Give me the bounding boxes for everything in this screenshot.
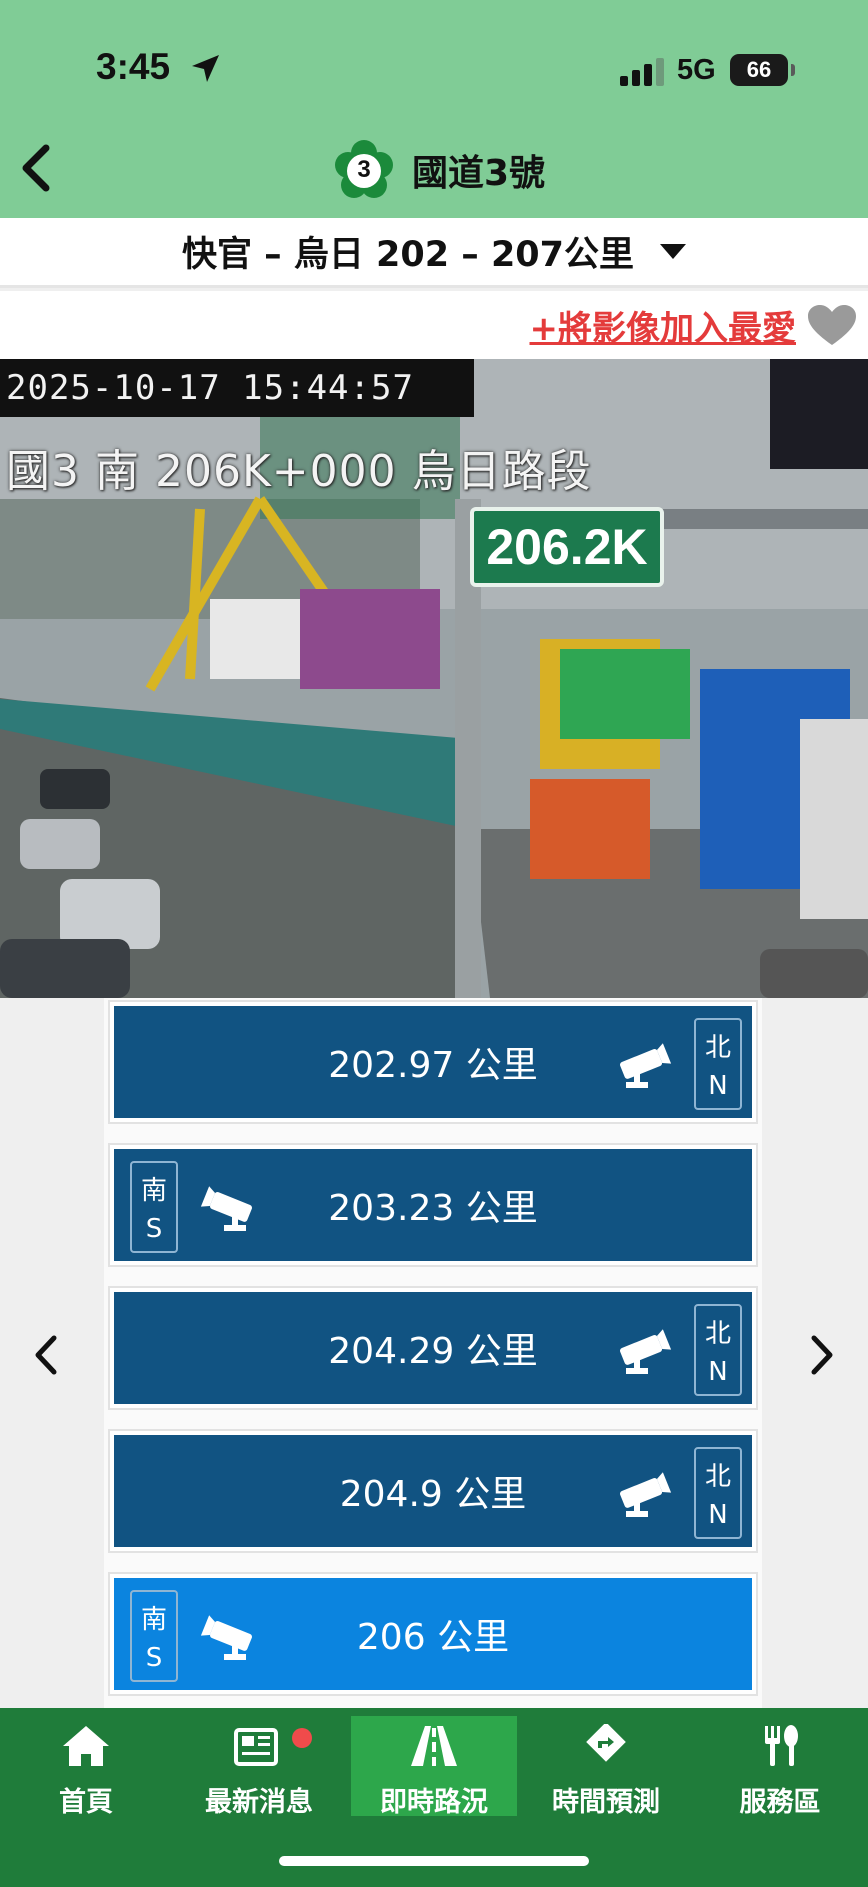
direction-zh: 北 — [704, 1319, 731, 1350]
page-title-group: 3 國道3號 — [334, 140, 545, 200]
direction-zh: 南 — [140, 1176, 167, 1207]
tab-service-area[interactable]: 服務區 — [697, 1716, 863, 1818]
tab-live-traffic[interactable]: 即時路況 — [351, 1716, 517, 1818]
camera-km-label: 206 公里 — [356, 1617, 510, 1658]
battery-level: 66 — [746, 57, 772, 82]
direction-badge: 北 N — [694, 1447, 742, 1539]
cctv-camera-icon — [200, 1615, 252, 1660]
tab-news[interactable]: 最新消息 — [176, 1716, 342, 1818]
caret-down-icon — [660, 244, 687, 259]
cctv-camera-icon — [620, 1043, 672, 1088]
previous-chevron-icon[interactable] — [28, 1330, 68, 1380]
heart-icon[interactable] — [808, 305, 856, 347]
camera-list-item[interactable]: 南 S 203.23 公里 — [108, 1143, 758, 1267]
notification-dot — [292, 1728, 312, 1748]
camera-timestamp: 2025-10-17 15:44:57 — [0, 359, 474, 417]
camera-list-item[interactable]: 204.29 公里 北 N — [108, 1286, 758, 1410]
route-number: 3 — [357, 156, 371, 183]
direction-zh: 北 — [704, 1462, 731, 1493]
direction-en: N — [708, 1356, 728, 1387]
news-icon — [234, 1728, 278, 1766]
tab-label: 首頁 — [59, 1787, 113, 1818]
tab-label: 最新消息 — [205, 1787, 313, 1818]
add-to-favorites-link[interactable]: +將影像加入最愛 — [530, 301, 797, 350]
favorite-row: +將影像加入最愛 — [0, 291, 868, 359]
cctv-camera-icon — [200, 1186, 252, 1231]
location-arrow-icon — [192, 55, 219, 82]
tab-label: 時間預測 — [552, 1787, 660, 1818]
utensils-icon — [765, 1725, 798, 1766]
camera-km-label: 203.23 公里 — [328, 1188, 538, 1229]
tab-home[interactable]: 首頁 — [3, 1716, 169, 1818]
home-indicator[interactable] — [279, 1856, 589, 1866]
cctv-camera-icon — [620, 1329, 672, 1374]
direction-en: N — [708, 1070, 728, 1101]
kilometer-sign: 206.2K — [470, 507, 664, 587]
back-chevron-icon[interactable] — [14, 140, 62, 196]
tab-label: 服務區 — [739, 1787, 821, 1818]
direction-badge: 南 S — [130, 1161, 178, 1253]
camera-list-item[interactable]: 204.9 公里 北 N — [108, 1429, 758, 1553]
direction-zh: 北 — [704, 1033, 731, 1064]
status-time: 3:45 — [96, 46, 171, 87]
tab-label: 即時路況 — [380, 1787, 488, 1818]
road-icon — [411, 1726, 457, 1766]
section-dropdown-label: 快官 – 烏日 202 – 207公里 — [181, 235, 635, 275]
direction-badge: 北 N — [694, 1304, 742, 1396]
camera-km-label: 202.97 公里 — [328, 1045, 538, 1086]
camera-list-item[interactable]: 202.97 公里 北 N — [108, 1000, 758, 1124]
route-sign-icon — [586, 1724, 626, 1762]
direction-badge: 南 S — [130, 1590, 178, 1682]
camera-km-label: 204.9 公里 — [339, 1474, 527, 1515]
direction-zh: 南 — [140, 1605, 167, 1636]
page-title: 國道3號 — [412, 153, 546, 194]
network-type: 5G — [677, 54, 716, 86]
cctv-camera-icon — [620, 1472, 672, 1517]
camera-list-item-active[interactable]: 南 S 206 公里 — [108, 1572, 758, 1696]
camera-caption: 國3 南 206K+000 烏日路段 — [6, 446, 592, 497]
next-chevron-icon[interactable] — [800, 1330, 840, 1380]
section-dropdown[interactable]: 快官 – 烏日 202 – 207公里 — [0, 218, 868, 288]
direction-en: S — [145, 1213, 163, 1244]
direction-en: S — [145, 1642, 163, 1673]
direction-badge: 北 N — [694, 1018, 742, 1110]
live-camera-image: 2025-10-17 15:44:57 國3 南 206K+000 烏日路段 2… — [0, 359, 868, 998]
home-icon — [63, 1726, 109, 1766]
battery-icon: 66 — [730, 54, 795, 86]
tab-time-forecast[interactable]: 時間預測 — [523, 1716, 689, 1818]
camera-km-label: 204.29 公里 — [328, 1331, 538, 1372]
direction-en: N — [708, 1499, 728, 1530]
cellular-signal-icon — [620, 58, 664, 86]
freeway-shield-icon: 3 — [334, 140, 394, 200]
